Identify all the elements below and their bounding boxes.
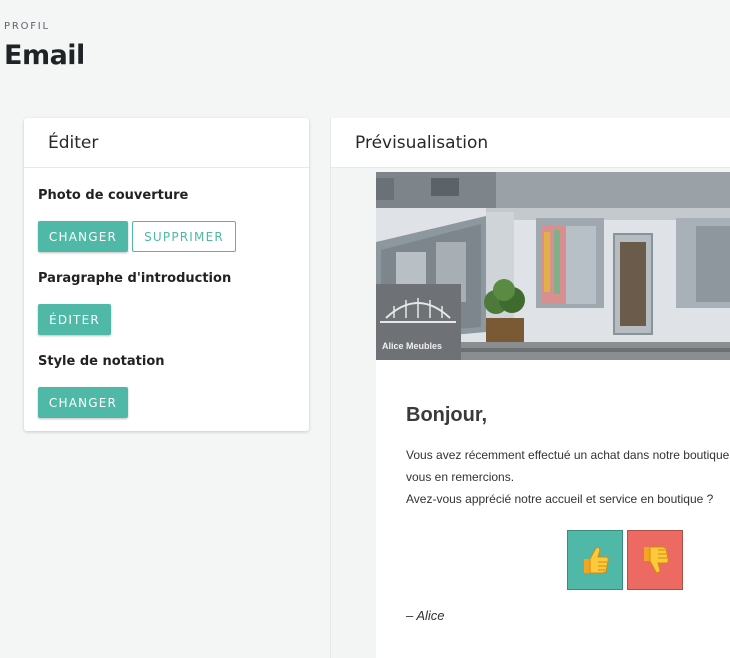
- page-title: Email: [4, 40, 85, 71]
- preview-panel-header: Prévisualisation: [331, 118, 730, 168]
- rating-style-label: Style de notation: [38, 354, 165, 369]
- preview-panel: Prévisualisation Alice Meubles Bonjour, …: [330, 118, 730, 658]
- thumbs-up-icon: [584, 546, 609, 574]
- cover-photo-label: Photo de couverture: [38, 188, 189, 203]
- edit-panel-header: Éditer: [24, 118, 309, 168]
- preview-area: Alice Meubles Bonjour, Vous avez récemme…: [331, 168, 730, 658]
- remove-cover-button[interactable]: SUPPRIMER: [132, 221, 236, 252]
- thumbs-up-button[interactable]: [567, 530, 623, 590]
- thumbs-down-button[interactable]: [627, 530, 683, 590]
- email-greeting: Bonjour,: [406, 404, 488, 426]
- page-kicker: PROFIL: [4, 21, 50, 32]
- email-signature: – Alice: [406, 608, 445, 623]
- change-cover-button[interactable]: CHANGER: [38, 221, 128, 252]
- change-rating-style-button[interactable]: CHANGER: [38, 387, 128, 418]
- intro-paragraph-label: Paragraphe d'introduction: [38, 271, 232, 286]
- store-sign-text: Alice Meubles: [382, 341, 443, 351]
- cover-photo: Alice Meubles: [376, 172, 730, 360]
- edit-panel: Éditer Photo de couverture CHANGER SUPPR…: [24, 118, 309, 431]
- email-line: vous en remercions.: [406, 470, 515, 484]
- thumbs-down-icon: [644, 546, 669, 574]
- email-line: Avez-vous apprécié notre accueil et serv…: [406, 492, 714, 506]
- email-preview: Alice Meubles Bonjour, Vous avez récemme…: [376, 172, 730, 658]
- edit-intro-button[interactable]: ÉDITER: [38, 304, 111, 335]
- storefront-image: [376, 172, 730, 360]
- email-line: Vous avez récemment effectué un achat da…: [406, 448, 730, 462]
